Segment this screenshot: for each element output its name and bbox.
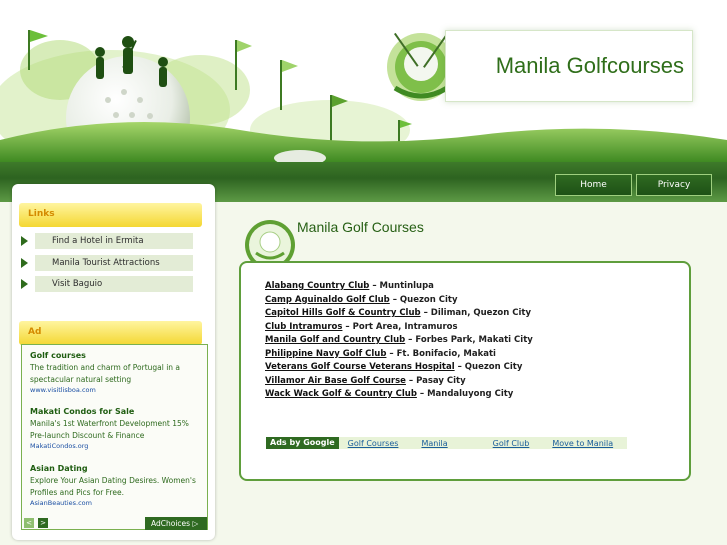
site-title: Manila Golfcourses (495, 53, 684, 78)
course-link[interactable]: Capitol Hills Golf & Country Club (265, 308, 421, 318)
sidebar: Links Find a Hotel in Ermita Manila Tour… (12, 184, 215, 540)
course-link[interactable]: Manila Golf and Country Club (265, 335, 405, 345)
ad-link-golf-courses[interactable]: Golf Courses (348, 439, 399, 448)
site-header: Manila Golfcourses (0, 0, 727, 162)
sidebar-link-visit-baguio[interactable]: Visit Baguio (21, 276, 193, 292)
adchoices-icon: ▷ (192, 519, 199, 528)
adchoices-label: AdChoices (151, 519, 191, 528)
course-link[interactable]: Veterans Golf Course Veterans Hospital (265, 362, 455, 372)
ad-title[interactable]: Makati Condos for Sale (30, 407, 205, 416)
course-link[interactable]: Camp Aguinaldo Golf Club (265, 295, 390, 305)
ad-text: The tradition and charm of Portugal in a… (30, 363, 181, 384)
course-location: – Forbes Park, Makati City (405, 335, 533, 345)
ad-item[interactable]: Makati Condos for Sale Manila's 1st Wate… (30, 407, 205, 450)
course-location: – Pasay City (405, 375, 466, 386)
arrow-right-icon (21, 258, 28, 268)
site-title-box: Manila Golfcourses (445, 30, 693, 102)
course-location: – Ft. Bonifacio, Makati (386, 348, 496, 359)
ad-next-icon[interactable]: > (38, 518, 48, 528)
ad-url[interactable]: AsianBeauties.com (30, 499, 205, 507)
sidebar-link-label[interactable]: Visit Baguio (35, 276, 193, 292)
course-location: – Quezon City (389, 294, 458, 305)
course-location: – Diliman, Quezon City (420, 308, 532, 318)
content-panel: Alabang Country Club – Muntinlupa Camp A… (239, 261, 691, 481)
sidebar-link-label[interactable]: Find a Hotel in Ermita (35, 233, 193, 249)
ads-by-google-label[interactable]: Ads by Google (266, 437, 339, 449)
ad-link-golf-club[interactable]: Golf Club (493, 439, 530, 448)
ad-item[interactable]: Golf courses The tradition and charm of … (30, 351, 205, 394)
ad-box: Golf courses The tradition and charm of … (21, 344, 208, 530)
sidebar-link-hotel-ermita[interactable]: Find a Hotel in Ermita (21, 233, 193, 249)
page-title: Manila Golf Courses (297, 219, 424, 235)
list-item: Camp Aguinaldo Golf Club – Quezon City (265, 295, 533, 309)
adchoices-button[interactable]: AdChoices ▷ (145, 517, 207, 530)
ad-text: Manila's 1st Waterfront Development 15% … (30, 419, 189, 440)
ad-heading: Ad (19, 321, 202, 345)
ad-title[interactable]: Asian Dating (30, 464, 205, 473)
ad-url[interactable]: MakatiCondos.org (30, 442, 205, 450)
course-list: Alabang Country Club – Muntinlupa Camp A… (265, 281, 533, 403)
sidebar-link-label[interactable]: Manila Tourist Attractions (35, 255, 193, 271)
ads-by-google-bar: Ads by Google Golf Courses Manila Golf C… (266, 437, 628, 449)
ad-prev-icon[interactable]: < (24, 518, 34, 528)
ad-url[interactable]: www.visitlisboa.com (30, 386, 205, 394)
sidebar-link-tourist-attractions[interactable]: Manila Tourist Attractions (21, 255, 193, 271)
course-location: – Port Area, Intramuros (342, 321, 458, 332)
list-item: Capitol Hills Golf & Country Club – Dili… (265, 308, 533, 322)
list-item: Club Intramuros – Port Area, Intramuros (265, 322, 533, 336)
nav-privacy-button[interactable]: Privacy (636, 174, 712, 196)
arrow-right-icon (21, 279, 28, 289)
course-link[interactable]: Philippine Navy Golf Club (265, 349, 386, 359)
course-link[interactable]: Villamor Air Base Golf Course (265, 376, 406, 386)
list-item: Wack Wack Golf & Country Club – Mandaluy… (265, 389, 533, 403)
arrow-right-icon (21, 236, 28, 246)
ad-text: Explore Your Asian Dating Desires. Women… (30, 476, 196, 497)
list-item: Philippine Navy Golf Club – Ft. Bonifaci… (265, 349, 533, 363)
course-location: – Quezon City (454, 362, 523, 372)
list-item: Alabang Country Club – Muntinlupa (265, 281, 533, 295)
nav-home-button[interactable]: Home (555, 174, 632, 196)
list-item: Veterans Golf Course Veterans Hospital –… (265, 362, 533, 376)
links-heading: Links (19, 203, 202, 227)
list-item: Manila Golf and Country Club – Forbes Pa… (265, 335, 533, 349)
course-link[interactable]: Alabang Country Club (265, 281, 369, 291)
course-link[interactable]: Club Intramuros (265, 322, 342, 332)
course-location: – Mandaluyong City (416, 389, 514, 399)
ad-link-move-to-manila[interactable]: Move to Manila (552, 439, 613, 448)
ad-link-manila[interactable]: Manila (421, 439, 447, 448)
ad-title[interactable]: Golf courses (30, 351, 205, 360)
list-item: Villamor Air Base Golf Course – Pasay Ci… (265, 376, 533, 390)
ad-item[interactable]: Asian Dating Explore Your Asian Dating D… (30, 464, 205, 507)
course-link[interactable]: Wack Wack Golf & Country Club (265, 389, 417, 399)
course-location: – Muntinlupa (369, 281, 434, 291)
